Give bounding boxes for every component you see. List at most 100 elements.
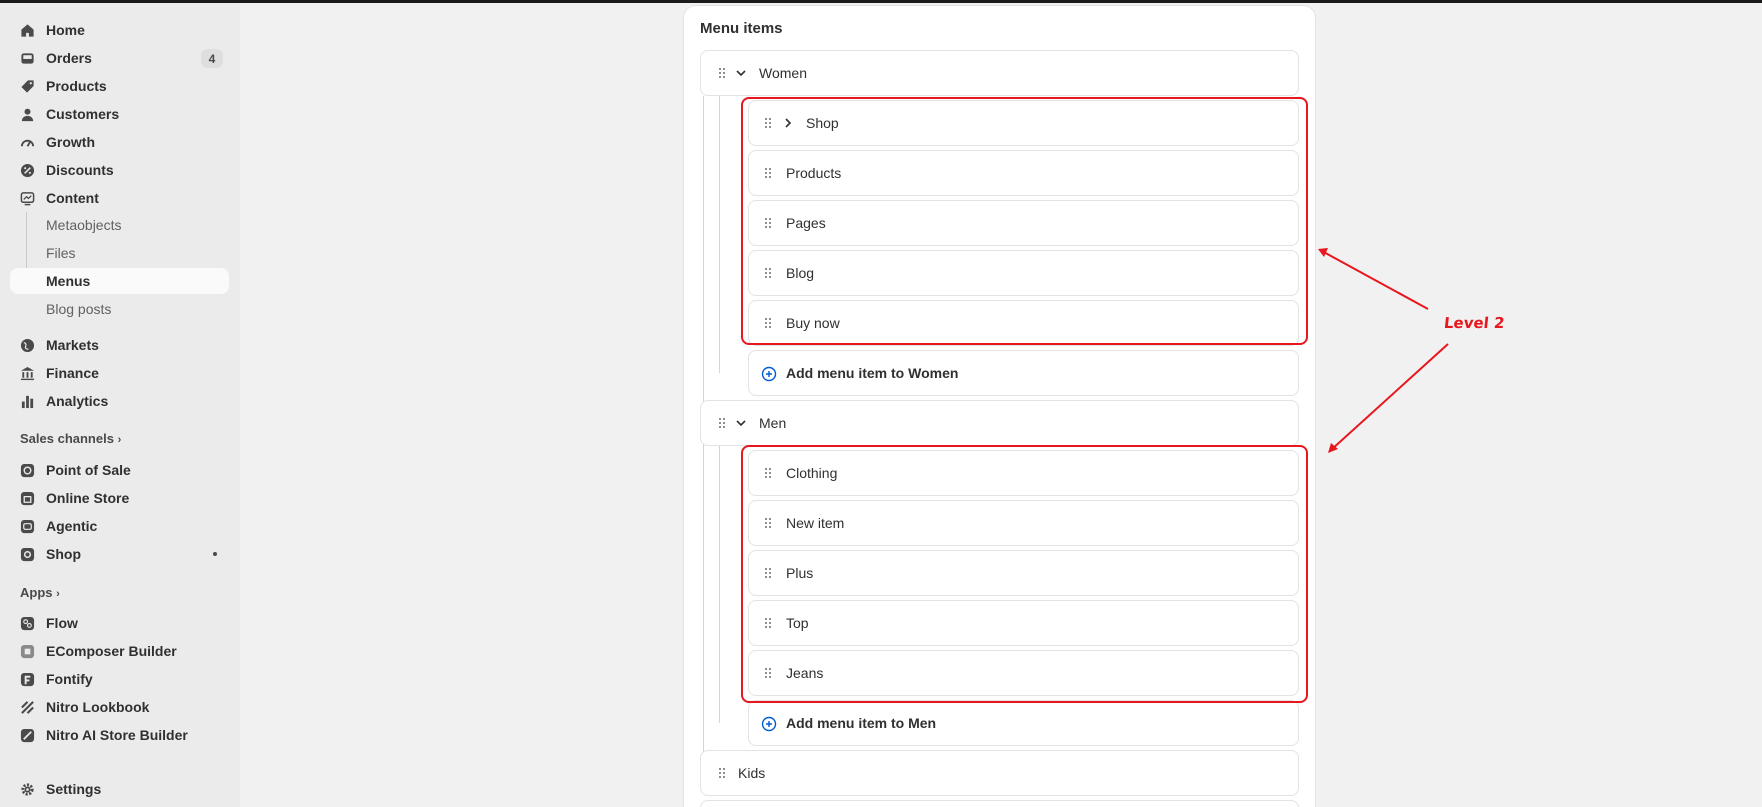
sidebar-item-settings[interactable]: Settings <box>10 776 229 802</box>
add-menu-item-label: Add menu item to Men <box>786 715 937 731</box>
sidebar-item-label: Nitro Lookbook <box>46 699 150 715</box>
sidebar-item-label: Flow <box>46 615 78 631</box>
tag-icon <box>20 79 35 94</box>
sidebar-item-label: Growth <box>46 134 95 150</box>
sidebar-subitem-files[interactable]: Files <box>46 245 76 261</box>
sidebar-item-home[interactable]: Home <box>10 17 229 43</box>
annotation-arrow-down <box>1330 343 1449 451</box>
home-icon <box>20 23 35 38</box>
menu-item-label: Kids <box>738 765 766 781</box>
sidebar-item-products[interactable]: Products <box>10 73 229 99</box>
menu-item-next-partial[interactable] <box>700 800 1299 807</box>
menu-item-label: Men <box>759 415 787 431</box>
sidebar-item-label: Shop <box>46 546 81 562</box>
ecomposer-icon <box>20 644 35 659</box>
card-title: Menu items <box>700 20 783 37</box>
sidebar-item-customers[interactable]: Customers <box>10 101 229 127</box>
bar-chart-icon <box>20 394 35 409</box>
sidebar-item-fontify[interactable]: Fontify <box>10 666 229 692</box>
sidebar-item-label: Orders <box>46 50 92 66</box>
pos-icon <box>20 463 35 478</box>
add-menu-item-men-button[interactable]: Add menu item to Men <box>748 700 1299 746</box>
sidebar-subitem-metaobjects[interactable]: Metaobjects <box>46 217 121 233</box>
gauge-icon <box>20 135 35 150</box>
globe-icon <box>20 338 35 353</box>
nitro-ai-icon <box>20 728 35 743</box>
plus-circle-icon <box>761 366 777 382</box>
sidebar-item-ecomposer[interactable]: EComposer Builder <box>10 638 229 664</box>
bank-icon <box>20 366 35 381</box>
arrowhead-icon <box>1328 443 1338 453</box>
sales-channels-title: Sales channels <box>20 431 114 446</box>
tree-connector-men <box>719 446 720 723</box>
level-2-highlight-men <box>741 445 1308 703</box>
tree-connector-women <box>719 96 720 373</box>
apps-title: Apps <box>20 585 53 600</box>
sidebar-item-label: EComposer Builder <box>46 643 177 659</box>
add-menu-item-women-button[interactable]: Add menu item to Women <box>748 350 1299 396</box>
sidebar-item-shop[interactable]: Shop <box>10 541 229 567</box>
sidebar-item-label: Content <box>46 190 99 206</box>
sidebar-item-label: Markets <box>46 337 99 353</box>
menu-item-men[interactable]: Men <box>700 400 1299 446</box>
drag-handle-icon[interactable] <box>717 67 727 79</box>
fontify-icon <box>20 672 35 687</box>
gear-icon <box>20 782 35 797</box>
drag-handle-icon[interactable] <box>717 417 727 429</box>
sidebar: Home Orders 4 Products Customers Growth … <box>0 3 240 807</box>
sidebar-item-finance[interactable]: Finance <box>10 360 229 386</box>
sidebar-item-label: Finance <box>46 365 99 381</box>
menu-item-kids[interactable]: Kids <box>700 750 1299 796</box>
menu-item-women[interactable]: Women <box>700 50 1299 96</box>
orders-count-badge: 4 <box>201 49 223 68</box>
sidebar-item-label: Menus <box>46 273 91 289</box>
chevron-down-icon[interactable] <box>735 67 747 79</box>
agentic-icon <box>20 519 35 534</box>
sidebar-item-label: Products <box>46 78 107 94</box>
sidebar-item-agentic[interactable]: Agentic <box>10 513 229 539</box>
sidebar-item-content[interactable]: Content <box>10 185 229 211</box>
sidebar-subitem-menus[interactable]: Menus <box>10 268 229 294</box>
sidebar-item-label: Fontify <box>46 671 93 687</box>
sidebar-item-label: Analytics <box>46 393 109 409</box>
discount-icon <box>20 163 35 178</box>
arrowhead-icon <box>1318 248 1328 257</box>
sidebar-item-orders[interactable]: Orders 4 <box>10 45 229 71</box>
top-bar <box>0 0 1762 3</box>
add-menu-item-label: Add menu item to Women <box>786 365 959 381</box>
apps-heading[interactable]: Apps › <box>20 585 60 600</box>
sidebar-item-point-of-sale[interactable]: Point of Sale <box>10 457 229 483</box>
annotation-arrow-up <box>1319 249 1429 310</box>
sidebar-item-label: Customers <box>46 106 120 122</box>
store-icon <box>20 491 35 506</box>
sidebar-item-label: Home <box>46 22 85 38</box>
drag-handle-icon[interactable] <box>717 767 727 779</box>
sidebar-item-nitro-ai-store-builder[interactable]: Nitro AI Store Builder <box>10 722 229 748</box>
chevron-down-icon[interactable] <box>735 417 747 429</box>
status-dot <box>213 552 217 556</box>
sidebar-item-flow[interactable]: Flow <box>10 610 229 636</box>
sales-channels-heading[interactable]: Sales channels › <box>20 431 121 446</box>
nitro-icon <box>20 700 35 715</box>
menu-item-label: Women <box>759 65 807 81</box>
sidebar-item-label: Nitro AI Store Builder <box>46 727 188 743</box>
plus-circle-icon <box>761 716 777 732</box>
chevron-right-icon: › <box>56 588 60 600</box>
shop-icon <box>20 547 35 562</box>
sidebar-item-label: Settings <box>46 781 102 797</box>
sidebar-item-nitro-lookbook[interactable]: Nitro Lookbook <box>10 694 229 720</box>
sidebar-item-markets[interactable]: Markets <box>10 332 229 358</box>
sidebar-item-label: Point of Sale <box>46 462 131 478</box>
sidebar-item-label: Online Store <box>46 490 130 506</box>
sidebar-item-label: Agentic <box>46 518 98 534</box>
flow-icon <box>20 616 35 631</box>
sidebar-item-analytics[interactable]: Analytics <box>10 388 229 414</box>
sidebar-item-discounts[interactable]: Discounts <box>10 157 229 183</box>
level-2-highlight-women <box>741 97 1308 345</box>
annotation-label: Level 2 <box>1443 314 1506 332</box>
content-icon <box>20 191 35 206</box>
sidebar-item-growth[interactable]: Growth <box>10 129 229 155</box>
sidebar-item-online-store[interactable]: Online Store <box>10 485 229 511</box>
sidebar-subitem-blog-posts[interactable]: Blog posts <box>46 301 111 317</box>
person-icon <box>20 107 35 122</box>
